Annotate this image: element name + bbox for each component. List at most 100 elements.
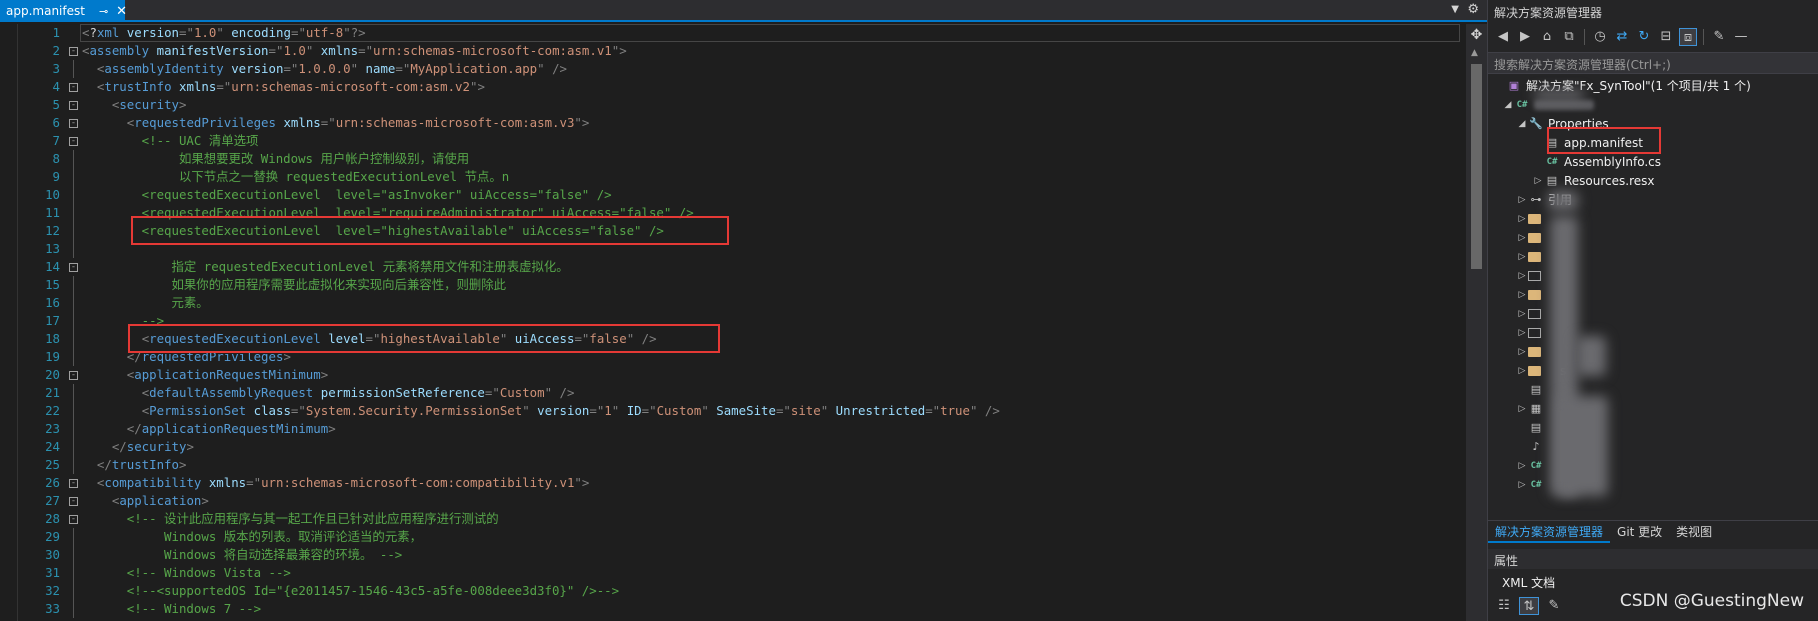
tree-node-folder[interactable]: ▷ [1516, 285, 1546, 304]
properties-object-selector[interactable]: XML 文档 [1496, 572, 1811, 592]
code-line[interactable]: 9 以下节点之一替换 requestedExecutionLevel 节点。n [0, 168, 1466, 186]
collapse-all-icon[interactable]: ⊟ [1657, 28, 1675, 46]
fold-toggle-icon[interactable]: - [69, 497, 78, 506]
tree-node-file[interactable]: ▤ [1516, 380, 1548, 399]
tab-git-changes[interactable]: Git 更改 [1610, 521, 1669, 543]
fold-toggle-icon[interactable]: - [69, 119, 78, 128]
code-line[interactable]: 24 </security> [0, 438, 1466, 456]
fold-toggle-icon[interactable]: - [69, 47, 78, 56]
pin-icon[interactable]: ⊸ [99, 5, 108, 18]
fold-toggle-icon[interactable]: - [69, 479, 78, 488]
tree-node-folder[interactable]: ▷ [1516, 342, 1546, 361]
expand-icon[interactable]: ▷ [1516, 214, 1528, 224]
code-line[interactable]: 20- <applicationRequestMinimum> [0, 366, 1466, 384]
code-text-area[interactable]: 1 <?xml version="1.0" encoding="utf-8"?> 2… [0, 24, 1466, 621]
tree-node-folder[interactable]: ▷ [1516, 304, 1546, 323]
tree-node-file[interactable]: ▷ ▦ [1516, 399, 1548, 418]
home-icon[interactable]: ⌂ [1538, 28, 1556, 46]
code-line[interactable]: 16 元素。 [0, 294, 1466, 312]
code-line[interactable]: 4- <trustInfo xmlns="urn:schemas-microso… [0, 78, 1466, 96]
tab-list-dropdown-icon[interactable]: ▼ [1451, 4, 1459, 15]
code-line[interactable]: 22 <PermissionSet class="System.Security… [0, 402, 1466, 420]
tree-node-solution[interactable]: ▣ 解决方案"Fx_SynTool"(1 个项目/共 1 个) [1494, 76, 1751, 95]
code-line[interactable]: 15 如果你的应用程序需要此虚拟化来实现向后兼容性，则删除此 [0, 276, 1466, 294]
code-line[interactable]: 33 <!-- Windows 7 --> [0, 600, 1466, 618]
fold-toggle-icon[interactable]: - [69, 137, 78, 146]
code-line[interactable]: 23 </applicationRequestMinimum> [0, 420, 1466, 438]
code-line[interactable]: 2- <assembly manifestVersion="1.0" xmlns=… [0, 42, 1466, 60]
scroll-up-icon[interactable]: ▲ [1471, 48, 1478, 58]
tree-node-file[interactable]: ▷ C# [1516, 456, 1548, 475]
code-line[interactable]: 28- <!-- 设计此应用程序与其一起工作且已针对此应用程序进行测试的 [0, 510, 1466, 528]
tree-node-folder[interactable]: ▷ [1516, 323, 1546, 342]
code-line[interactable]: 30 Windows 将自动选择最兼容的环境。 --> [0, 546, 1466, 564]
tree-node-assemblyinfo[interactable]: C# AssemblyInfo.cs [1532, 152, 1661, 171]
code-line[interactable]: 32 <!--<supportedOS Id="{e2011457-1546-4… [0, 582, 1466, 600]
code-line[interactable]: 26- <compatibility xmlns="urn:schemas-mi… [0, 474, 1466, 492]
categorized-icon[interactable]: ☷ [1494, 597, 1514, 615]
code-line[interactable]: 6- <requestedPrivileges xmlns="urn:schem… [0, 114, 1466, 132]
tree-node-file[interactable]: ▤ [1516, 418, 1548, 437]
expand-icon[interactable]: ▷ [1516, 271, 1528, 281]
code-line[interactable]: 27- <application> [0, 492, 1466, 510]
refresh-icon[interactable]: ↻ [1635, 28, 1653, 46]
tree-node-file[interactable]: ♪ [1516, 437, 1548, 456]
tab-solution-explorer[interactable]: 解决方案资源管理器 [1488, 521, 1611, 543]
switch-views-icon[interactable]: ⧉ [1560, 28, 1578, 46]
expand-icon[interactable]: ▷ [1516, 309, 1528, 319]
tree-node-folder[interactable]: ▷ [1516, 266, 1546, 285]
code-line[interactable]: 31 <!-- Windows Vista --> [0, 564, 1466, 582]
collapse-icon[interactable]: ◢ [1516, 119, 1528, 129]
expand-icon[interactable]: ▷ [1516, 328, 1528, 338]
tree-node-folder[interactable]: ▷ [1516, 228, 1546, 247]
code-line[interactable]: 29 Windows 版本的列表。取消评论适当的元素， [0, 528, 1466, 546]
tab-class-view[interactable]: 类视图 [1669, 521, 1719, 543]
alphabetical-icon[interactable]: ⇅ [1519, 597, 1539, 615]
vertical-scrollbar[interactable]: ✥ ▲ [1466, 24, 1487, 621]
fold-toggle-icon[interactable]: - [69, 83, 78, 92]
code-line[interactable]: 3 <assemblyIdentity version="1.0.0.0" na… [0, 60, 1466, 78]
code-line[interactable]: 14- 指定 requestedExecutionLevel 元素将禁用文件和注… [0, 258, 1466, 276]
tree-node-resources[interactable]: ▷ ▤ Resources.resx [1532, 171, 1655, 190]
tree-node-folder[interactable]: ▷ [1516, 209, 1546, 228]
fold-toggle-icon[interactable]: - [69, 263, 78, 272]
explorer-search-input[interactable]: 搜索解决方案资源管理器(Ctrl+;) [1488, 52, 1818, 74]
expand-icon[interactable]: ▷ [1516, 404, 1528, 414]
back-icon[interactable]: ◀ [1494, 28, 1512, 46]
expand-icon[interactable]: ▷ [1532, 176, 1544, 186]
properties-wrench-icon[interactable]: ✎ [1710, 28, 1728, 46]
close-icon[interactable]: ✕ [116, 4, 127, 19]
sync-active-document-icon[interactable]: ⇄ [1613, 28, 1631, 46]
code-line[interactable]: 7- <!-- UAC 清单选项 [0, 132, 1466, 150]
settings-gear-icon[interactable]: ⚙ [1467, 2, 1479, 17]
tree-node-folder[interactable]: ▷ [1516, 247, 1546, 266]
scrollbar-thumb[interactable] [1471, 64, 1482, 269]
forward-icon[interactable]: ▶ [1516, 28, 1534, 46]
fold-toggle-icon[interactable]: - [69, 515, 78, 524]
code-line[interactable]: 1 <?xml version="1.0" encoding="utf-8"?> [0, 24, 1466, 42]
expand-icon[interactable]: ▷ [1516, 252, 1528, 262]
code-line[interactable]: 21 <defaultAssemblyRequest permissionSet… [0, 384, 1466, 402]
code-editor[interactable]: app.manifest ⊸ ✕ ▼ ⚙ 1 <?xml version="1.0… [0, 0, 1487, 621]
collapse-icon[interactable]: ◢ [1502, 100, 1514, 110]
expand-icon[interactable]: ▷ [1516, 366, 1528, 376]
preview-selected-icon[interactable]: — [1732, 28, 1750, 46]
expand-icon[interactable]: ▷ [1516, 233, 1528, 243]
code-line[interactable]: 10 <requestedExecutionLevel level="asInv… [0, 186, 1466, 204]
fold-toggle-icon[interactable]: - [69, 101, 78, 110]
expand-icon[interactable]: ▷ [1516, 347, 1528, 357]
expand-icon[interactable]: ▷ [1516, 461, 1528, 471]
expand-icon[interactable]: ▷ [1516, 195, 1528, 205]
expand-icon[interactable]: ▷ [1516, 290, 1528, 300]
split-window-icon[interactable]: ✥ [1468, 28, 1485, 42]
expand-icon[interactable]: ▷ [1516, 480, 1528, 490]
pending-changes-filter-icon[interactable]: ◷ [1591, 28, 1609, 46]
code-line[interactable]: 5- <security> [0, 96, 1466, 114]
property-pages-icon[interactable]: ✎ [1544, 597, 1564, 615]
code-line[interactable]: 25 </trustInfo> [0, 456, 1466, 474]
code-line[interactable]: 8 如果想要更改 Windows 用户帐户控制级别，请使用 [0, 150, 1466, 168]
tree-node-file[interactable]: ▷ C# [1516, 475, 1548, 494]
tab-app-manifest[interactable]: app.manifest ⊸ ✕ [0, 0, 127, 22]
fold-toggle-icon[interactable]: - [69, 371, 78, 380]
show-all-files-icon[interactable]: ⧈ [1679, 28, 1697, 46]
